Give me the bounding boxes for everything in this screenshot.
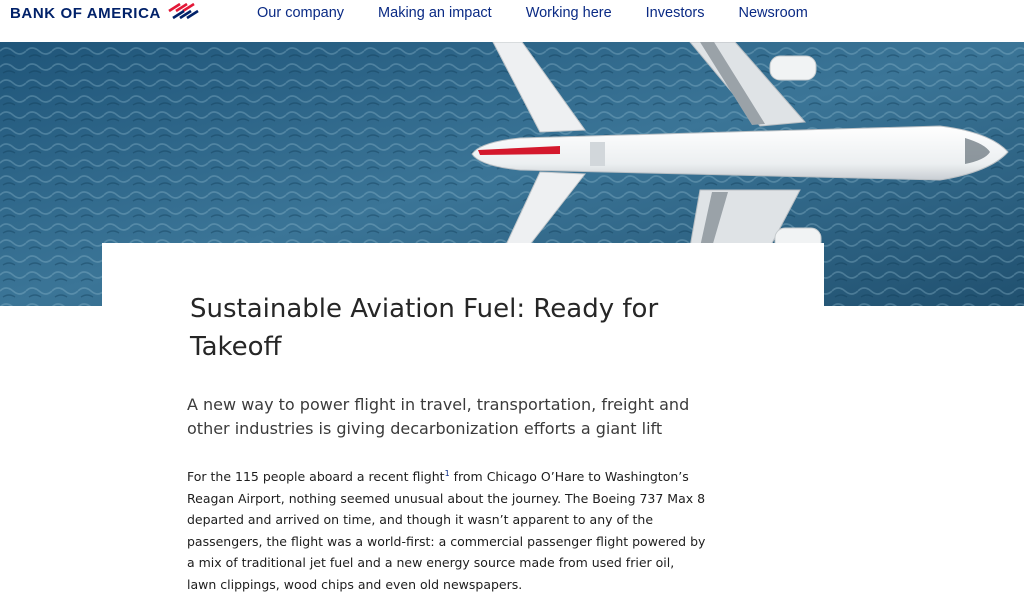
nav-our-company[interactable]: Our company (257, 5, 344, 21)
article-subtitle: A new way to power flight in travel, tra… (187, 395, 690, 438)
bank-of-america-logo[interactable]: BANK OF AMERICA (10, 3, 200, 22)
body-intro: For the 115 people aboard a recent fligh… (187, 469, 445, 485)
top-navigation: BANK OF AMERICA Our company Making an im… (0, 0, 1024, 42)
nav-working-here[interactable]: Working here (526, 5, 612, 21)
main-nav: Our company Making an impact Working her… (257, 5, 842, 21)
flag-logo-icon (168, 3, 199, 20)
body-rest: from Chicago O’Hare to Washington’s Reag… (187, 469, 706, 592)
article-body: For the 115 people aboard a recent fligh… (187, 463, 707, 595)
article-title: Sustainable Aviation Fuel: Ready for Tak… (190, 294, 659, 362)
nav-newsroom[interactable]: Newsroom (739, 5, 808, 21)
logo-wordmark: BANK OF AMERICA (10, 4, 161, 22)
nav-investors[interactable]: Investors (646, 5, 705, 21)
nav-making-an-impact[interactable]: Making an impact (378, 5, 492, 21)
